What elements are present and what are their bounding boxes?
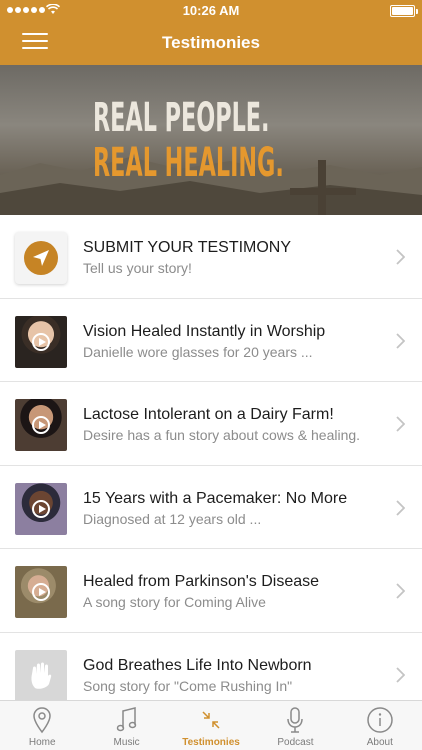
chevron-right-icon	[396, 249, 405, 265]
video-thumbnail	[15, 315, 67, 368]
list-item-subtitle: Danielle wore glasses for 20 years ...	[83, 343, 313, 360]
list-item-subtitle: Diagnosed at 12 years old ...	[83, 510, 262, 527]
list-item-subtitle: Desire has a fun story about cows & heal…	[83, 427, 361, 443]
tab-home[interactable]: Home	[0, 701, 84, 750]
tab-label: About	[366, 737, 393, 748]
tab-about[interactable]: About	[338, 701, 422, 750]
hand-icon	[31, 662, 52, 689]
chevron-right-icon	[396, 416, 405, 432]
tab-music[interactable]: Music	[84, 701, 168, 750]
location-pin-icon	[33, 707, 51, 734]
list-item-title: SUBMIT YOUR TESTIMONY	[83, 239, 292, 256]
list-item-subtitle: Song story for "Come Rushing In"	[83, 677, 293, 694]
battery-icon	[390, 5, 418, 17]
tab-label: Home	[28, 737, 56, 748]
play-icon	[32, 332, 50, 351]
tab-label: Music	[113, 737, 140, 748]
submit-testimony-row[interactable]: SUBMIT YOUR TESTIMONY Tell us your story…	[0, 215, 422, 299]
video-thumbnail	[15, 566, 67, 618]
arrows-inward-icon	[202, 711, 220, 729]
list-item[interactable]: 15 Years with a Pacemaker: No More Diagn…	[0, 466, 422, 549]
hero-banner: REAL PEOPLE. REAL HEALING.	[0, 65, 422, 215]
tab-label: Podcast	[277, 737, 314, 748]
hero-subheadline: REAL HEALING.	[93, 140, 284, 186]
play-icon	[32, 416, 50, 434]
paper-plane-icon	[33, 250, 49, 266]
chevron-right-icon	[396, 666, 405, 683]
play-icon	[32, 583, 50, 601]
list-item[interactable]: Lactose Intolerant on a Dairy Farm! Desi…	[0, 382, 422, 466]
status-time: 10:26 AM	[182, 3, 240, 18]
tab-testimonies[interactable]: Testimonies	[169, 701, 253, 750]
info-icon	[367, 707, 393, 733]
video-thumbnail	[15, 482, 67, 535]
hero-headline: REAL PEOPLE.	[93, 95, 270, 141]
chevron-right-icon	[396, 332, 405, 349]
status-bar: 10:26 AM	[0, 0, 422, 22]
list-item[interactable]: Healed from Parkinson's Disease A song s…	[0, 549, 422, 633]
tab-label: Testimonies	[182, 737, 240, 748]
list-item-title: Healed from Parkinson's Disease	[83, 573, 320, 590]
list-item[interactable]: Vision Healed Instantly in Worship Danie…	[0, 299, 422, 382]
play-icon	[32, 499, 50, 518]
video-thumbnail	[15, 399, 67, 451]
chevron-right-icon	[396, 499, 405, 516]
testimony-list: SUBMIT YOUR TESTIMONY Tell us your story…	[0, 215, 422, 716]
page-title: Testimonies	[162, 33, 260, 52]
submit-thumb	[15, 232, 67, 284]
microphone-icon	[287, 707, 304, 733]
list-item-subtitle: A song story for Coming Alive	[83, 594, 266, 610]
hand-thumbnail	[15, 649, 67, 702]
tab-bar: Home Music Testimonies Podcast About	[0, 700, 422, 750]
app-header: 10:26 AM Testimonies	[0, 0, 422, 65]
list-item-title: Vision Healed Instantly in Worship	[83, 322, 326, 340]
list-item-title: God Breathes Life Into Newborn	[83, 656, 312, 674]
list-item-subtitle: Tell us your story!	[83, 260, 192, 276]
list-item-title: Lactose Intolerant on a Dairy Farm!	[83, 406, 334, 423]
list-item-title: 15 Years with a Pacemaker: No More	[83, 489, 348, 507]
chevron-right-icon	[396, 583, 405, 599]
music-note-icon	[116, 707, 136, 732]
tab-podcast[interactable]: Podcast	[253, 701, 337, 750]
